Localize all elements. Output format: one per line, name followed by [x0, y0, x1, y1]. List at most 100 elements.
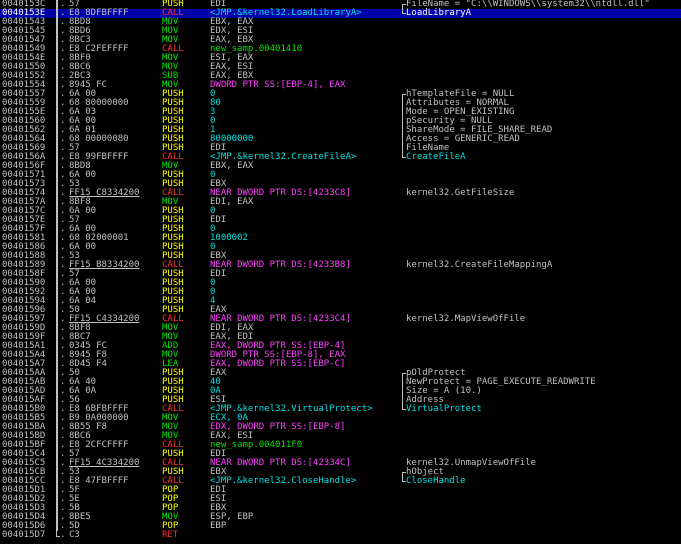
comment-cell: VirtualProtect	[406, 404, 482, 414]
selected-instruction-row[interactable]: 0040153E. E8 8DFBFFFF CALL <JMP.&kernel32.L…	[0, 9, 681, 18]
instruction-row[interactable]: 004015AD. 6A 0A PUSH 0A Size = A (10.)	[0, 387, 681, 396]
code-block-bracket	[56, 45, 58, 54]
code-block-bracket	[56, 117, 58, 126]
code-block-bracket	[56, 306, 58, 315]
code-block-bracket	[56, 18, 58, 27]
code-block-bracket	[56, 72, 58, 81]
comment-cell: kernel32.GetFileSize	[406, 188, 515, 198]
code-block-bracket	[56, 36, 58, 45]
code-block-bracket	[56, 459, 58, 468]
code-block-bracket	[56, 495, 58, 504]
code-block-bracket	[56, 270, 58, 279]
operand-cell: EBX, EAX	[210, 161, 254, 171]
comment-bracket	[402, 387, 405, 396]
instruction-row[interactable]: 0040158F. 57 PUSH EDI	[0, 270, 681, 279]
code-block-bracket	[56, 135, 58, 144]
code-block-bracket	[56, 198, 58, 207]
code-block-bracket	[56, 189, 58, 198]
code-block-bracket	[56, 81, 58, 90]
instruction-row[interactable]: 00401549. E8 C2FEFFFF CALL new_samp.0040141…	[0, 45, 681, 54]
code-block-bracket	[56, 216, 58, 225]
instruction-row[interactable]: 00401597. FF15 C4334200 CALL NEAR DWORD PTR…	[0, 315, 681, 324]
instruction-row[interactable]: 0040156F. 8BD8 MOV EBX, EAX	[0, 162, 681, 171]
code-block-bracket	[56, 378, 58, 387]
code-block-bracket	[56, 180, 58, 189]
code-block-bracket	[56, 432, 58, 441]
code-block-bracket	[56, 126, 58, 135]
instruction-row[interactable]: 004015D1. 5F POP EDI	[0, 486, 681, 495]
instruction-row[interactable]: 00401586. 6A 00 PUSH 0	[0, 243, 681, 252]
comment-bracket	[402, 99, 405, 108]
code-block-bracket	[56, 90, 58, 99]
code-block-bracket	[56, 315, 58, 324]
code-block-bracket	[56, 252, 58, 261]
code-block-bracket	[56, 153, 58, 162]
instruction-row[interactable]: 00401543. 8BD8 MOV EBX, EAX	[0, 18, 681, 27]
instruction-row[interactable]: 00401574. FF15 C8334200 CALL NEAR DWORD PTR…	[0, 189, 681, 198]
comment-bracket	[402, 153, 406, 158]
instruction-row[interactable]: 0040159D. 8BF8 MOV EDI, EAX	[0, 324, 681, 333]
operand-cell: EDI, EAX	[210, 197, 254, 207]
instruction-row[interactable]: 0040157E. 57 PUSH EDI	[0, 216, 681, 225]
comment-bracket	[402, 396, 405, 405]
instruction-row[interactable]: 00401590. 6A 00 PUSH 0	[0, 279, 681, 288]
instruction-row[interactable]: 004015C5. FF15 4C334200 CALL NEAR DWORD PTR…	[0, 459, 681, 468]
code-block-bracket	[56, 468, 58, 477]
instruction-row[interactable]: 00401581. 68 02000001 PUSH 1000002	[0, 234, 681, 243]
code-block-bracket	[56, 351, 58, 360]
instruction-row[interactable]: 004015D6. 5D POP EBP	[0, 522, 681, 531]
mnemonic-cell: RET	[162, 530, 179, 540]
instruction-row[interactable]: 004015D2. 5E POP ESI	[0, 495, 681, 504]
code-block-bracket	[56, 279, 58, 288]
instruction-row[interactable]: 004015D7. C3 RET	[0, 531, 681, 540]
instruction-row[interactable]: 004015BF. E8 2CFCFFFF CALL new_samp.004011F…	[0, 441, 681, 450]
comment-bracket	[402, 405, 406, 410]
code-block-bracket	[56, 423, 58, 432]
instruction-row[interactable]: 0040154E. 8BF0 MOV ESI, EAX	[0, 54, 681, 63]
instruction-row[interactable]: 00401564. 68 00000080 PUSH 80000000 Access =…	[0, 135, 681, 144]
row-marker: .	[60, 530, 66, 540]
disassembly-pane[interactable]: 0040153C. 57 PUSH EDI FileName = "C:\\WINDOW…	[0, 0, 681, 544]
code-block-bracket	[56, 207, 58, 216]
instruction-row[interactable]: 00401592. 6A 00 PUSH 0	[0, 288, 681, 297]
code-block-bracket	[56, 387, 58, 396]
instruction-row[interactable]: 00401550. 8BC6 MOV EAX, ESI	[0, 63, 681, 72]
code-block-bracket	[56, 486, 58, 495]
code-block-bracket	[56, 108, 58, 117]
code-block-bracket	[56, 162, 58, 171]
code-block-bracket	[56, 243, 58, 252]
instruction-row[interactable]: 00401571. 6A 00 PUSH 0	[0, 171, 681, 180]
instruction-row[interactable]: 0040157C. 6A 00 PUSH 0	[0, 207, 681, 216]
code-block-bracket	[56, 261, 58, 270]
instruction-row[interactable]: 0040155E. 6A 03 PUSH 3 Mode = OPEN_EXISTING	[0, 108, 681, 117]
code-block-bracket	[56, 0, 58, 9]
instruction-row[interactable]: 0040156A. E8 99FBFFFF CALL <JMP.&kernel32.C…	[0, 153, 681, 162]
instruction-row[interactable]: 004015CC. E8 47FBFFFF CALL <JMP.&kernel32.C…	[0, 477, 681, 486]
comment-cell: CreateFileA	[406, 152, 466, 162]
code-block-bracket	[56, 297, 58, 306]
code-block-bracket	[56, 27, 58, 36]
code-block-bracket	[56, 342, 58, 351]
code-block-bracket	[56, 234, 58, 243]
code-block-bracket	[56, 405, 58, 414]
instruction-row[interactable]: 00401545. 8BD6 MOV EDX, ESI	[0, 27, 681, 36]
instruction-row[interactable]: 00401589. FF15 B8334200 CALL NEAR DWORD PTR…	[0, 261, 681, 270]
operand-cell: NEAR DWORD PTR DS:[42334C]	[210, 458, 351, 468]
code-block-bracket	[56, 522, 58, 531]
instruction-row[interactable]: 0040157A. 8BF8 MOV EDI, EAX	[0, 198, 681, 207]
operand-cell: EBP	[210, 521, 227, 531]
code-block-bracket	[56, 369, 58, 378]
instruction-row[interactable]: 004015AB. 6A 40 PUSH 40 NewProtect = PAGE_EX…	[0, 378, 681, 387]
instruction-row[interactable]: 00401559. 68 80000000 PUSH 80 Attributes = N…	[0, 99, 681, 108]
instruction-row[interactable]: 004015D3. 5B POP EBX	[0, 504, 681, 513]
instruction-row[interactable]: 004015BA. 8B55 F8 MOV EDX, DWORD PTR SS:[EB…	[0, 423, 681, 432]
instruction-row[interactable]: 00401560. 6A 00 PUSH 0 pSecurity = NULL	[0, 117, 681, 126]
instruction-row[interactable]: 004015D4. 8BE5 MOV ESP, EBP	[0, 513, 681, 522]
code-block-bracket	[56, 324, 58, 333]
instruction-row[interactable]: 004015A7. 8D45 F4 LEA EAX, DWORD PTR SS:[EB…	[0, 360, 681, 369]
comment-bracket	[402, 117, 405, 126]
instruction-row[interactable]: 00401594. 6A 04 PUSH 4	[0, 297, 681, 306]
comment-bracket	[402, 9, 406, 14]
comment-bracket	[402, 108, 405, 117]
instruction-row[interactable]: 00401554. 8945 FC MOV DWORD PTR SS:[EBP-4],…	[0, 81, 681, 90]
